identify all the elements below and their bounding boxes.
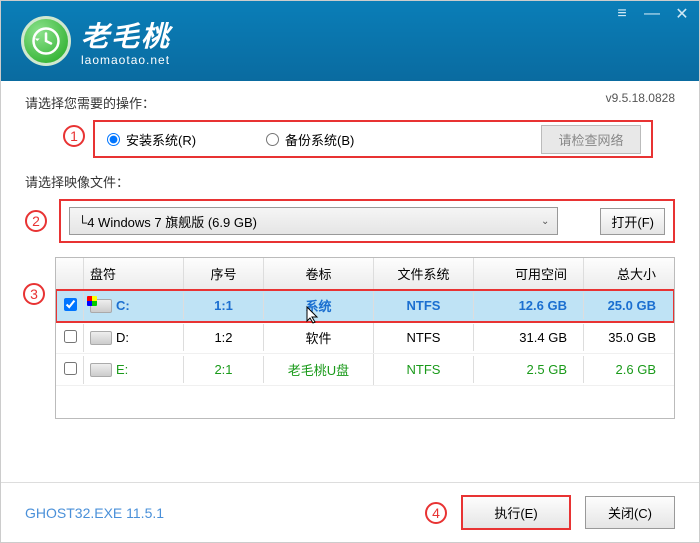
table-header: 盘符 序号 卷标 文件系统 可用空间 总大小 xyxy=(56,258,674,290)
cell-seq: 1:1 xyxy=(184,292,264,319)
footer: GHOST32.EXE 11.5.1 4 执行(E) 关闭(C) xyxy=(1,482,699,542)
radio-install-label: 安装系统(R) xyxy=(126,130,196,149)
operation-title: 请选择您需要的操作： xyxy=(25,93,675,112)
image-select[interactable]: └4 Windows 7 旗舰版 (6.9 GB) ⌄ xyxy=(69,207,558,235)
logo-icon xyxy=(21,16,71,66)
radio-install[interactable]: 安装系统(R) xyxy=(107,130,196,149)
row-checkbox[interactable] xyxy=(64,330,77,343)
cursor-icon xyxy=(305,305,321,325)
open-button[interactable]: 打开(F) xyxy=(600,208,665,235)
body: v9.5.18.0828 请选择您需要的操作： 1 安装系统(R) 备份系统(B… xyxy=(1,81,699,482)
radio-install-input[interactable] xyxy=(107,133,120,146)
execute-button[interactable]: 执行(E) xyxy=(461,495,571,530)
th-seq: 序号 xyxy=(184,258,264,289)
cell-vol: 软件 xyxy=(264,322,374,353)
cell-free: 2.5 GB xyxy=(474,356,584,383)
close-button[interactable]: 关闭(C) xyxy=(585,496,675,529)
row-checkbox[interactable] xyxy=(64,362,77,375)
cell-fs: NTFS xyxy=(374,292,474,319)
image-title: 请选择映像文件： xyxy=(25,172,675,191)
brand: 老毛桃 laomaotao.net xyxy=(81,15,171,67)
operation-group: 请选择您需要的操作： 1 安装系统(R) 备份系统(B) 请检查网络 xyxy=(25,93,675,158)
cell-total: 25.0 GB xyxy=(584,292,674,319)
minimize-icon[interactable]: ― xyxy=(643,5,661,23)
partition-table: 盘符 序号 卷标 文件系统 可用空间 总大小 C:1:1系统NTFS12.6 G… xyxy=(55,257,675,419)
cell-seq: 1:2 xyxy=(184,324,264,351)
step-badge-4: 4 xyxy=(425,502,447,524)
window-controls: ≡ ― ✕ xyxy=(613,5,691,23)
image-group: 请选择映像文件： 2 └4 Windows 7 旗舰版 (6.9 GB) ⌄ 打… xyxy=(25,172,675,243)
drive-letter: C: xyxy=(116,298,130,313)
drive-icon xyxy=(90,363,112,377)
radio-backup-label: 备份系统(B) xyxy=(285,130,354,149)
settings-icon[interactable]: ≡ xyxy=(613,5,631,23)
drive-letter: D: xyxy=(116,330,129,345)
chevron-down-icon: ⌄ xyxy=(541,216,549,227)
th-vol: 卷标 xyxy=(264,258,374,289)
table-body: C:1:1系统NTFS12.6 GB25.0 GBD:1:2软件NTFS31.4… xyxy=(56,290,674,418)
brand-subtitle: laomaotao.net xyxy=(81,53,171,67)
table-row[interactable]: E: 2:1老毛桃U盘NTFS2.5 GB2.6 GB xyxy=(56,354,674,386)
image-select-value: └4 Windows 7 旗舰版 (6.9 GB) xyxy=(78,212,257,231)
cell-fs: NTFS xyxy=(374,324,474,351)
th-total: 总大小 xyxy=(584,258,674,289)
operation-row: 安装系统(R) 备份系统(B) 请检查网络 xyxy=(93,120,653,158)
cell-free: 12.6 GB xyxy=(474,292,584,319)
cell-seq: 2:1 xyxy=(184,356,264,383)
table-row[interactable]: D: 1:2软件NTFS31.4 GB35.0 GB xyxy=(56,322,674,354)
cell-vol: 老毛桃U盘 xyxy=(264,354,374,385)
brand-title: 老毛桃 xyxy=(81,15,171,55)
drive-letter: E: xyxy=(116,362,128,377)
th-fs: 文件系统 xyxy=(374,258,474,289)
drive-icon xyxy=(90,299,112,313)
app-window: 老毛桃 laomaotao.net ≡ ― ✕ v9.5.18.0828 请选择… xyxy=(0,0,700,543)
cell-total: 35.0 GB xyxy=(584,324,674,351)
drive-icon xyxy=(90,331,112,345)
th-free: 可用空间 xyxy=(474,258,584,289)
cell-free: 31.4 GB xyxy=(474,324,584,351)
partition-group: 3 盘符 序号 卷标 文件系统 可用空间 总大小 C:1:1系统NTFS12.6… xyxy=(25,257,675,419)
close-icon[interactable]: ✕ xyxy=(673,5,691,23)
step-badge-1: 1 xyxy=(63,125,85,147)
cell-fs: NTFS xyxy=(374,356,474,383)
step-badge-3: 3 xyxy=(23,283,45,305)
th-check xyxy=(56,258,84,289)
step-badge-2: 2 xyxy=(25,210,47,232)
check-network-button[interactable]: 请检查网络 xyxy=(541,125,641,154)
row-checkbox[interactable] xyxy=(64,298,77,311)
ghost-label: GHOST32.EXE 11.5.1 xyxy=(25,505,164,521)
title-bar: 老毛桃 laomaotao.net ≡ ― ✕ xyxy=(1,1,699,81)
th-drive: 盘符 xyxy=(84,258,184,289)
table-row[interactable]: C:1:1系统NTFS12.6 GB25.0 GB xyxy=(56,290,674,322)
radio-backup-input[interactable] xyxy=(266,133,279,146)
cell-total: 2.6 GB xyxy=(584,356,674,383)
radio-backup[interactable]: 备份系统(B) xyxy=(266,130,354,149)
